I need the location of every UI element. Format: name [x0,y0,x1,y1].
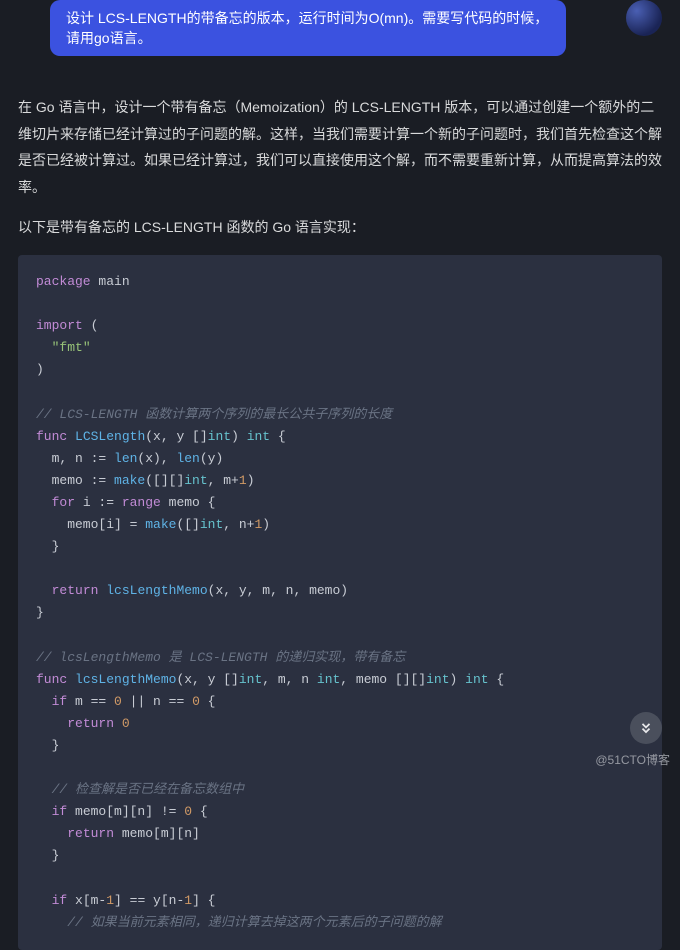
code-fn-memo: lcsLengthMemo [106,583,207,598]
code-type: int [208,429,231,444]
code-p: ) [450,672,466,687]
code-p: , m+ [208,473,239,488]
code-p: ) [231,429,247,444]
code-num: 1 [184,893,192,908]
code-p: { [192,804,208,819]
code-num: 1 [106,893,114,908]
code-p: ) [262,517,270,532]
code-p: i := [75,495,122,510]
code-num: 0 [122,716,130,731]
code-kw-func: func [36,429,67,444]
code-p: (x), [137,451,176,466]
code-num: 0 [184,804,192,819]
code-kw-return: return [67,716,114,731]
reply-paragraph-2: 以下是带有备忘的 LCS-LENGTH 函数的 Go 语言实现： [18,214,662,241]
code-p: ( [83,318,99,333]
code-import-fmt: "fmt" [52,340,91,355]
code-p: (x, y [] [176,672,238,687]
code-type: int [465,672,488,687]
code-p: (y) [200,451,223,466]
code-p: memo[m][n] != [67,804,184,819]
chevron-double-down-icon [639,721,653,735]
code-p: ([] [176,517,199,532]
code-fn-make: make [145,517,176,532]
watermark: @51CTO博客 [595,751,670,768]
code-p: ] == y[n- [114,893,184,908]
code-pkg-name: main [98,274,129,289]
code-p: m, n := [36,451,114,466]
code-comment-1: // LCS-LENGTH 函数计算两个序列的最长公共子序列的长度 [36,407,392,422]
code-kw-range: range [122,495,161,510]
code-kw-import: import [36,318,83,333]
code-p: ) [36,362,44,377]
code-num: 0 [192,694,200,709]
code-p: { [270,429,286,444]
code-fn-len: len [114,451,137,466]
code-fn-len: len [176,451,199,466]
code-p: { [489,672,505,687]
code-p: , m, n [262,672,317,687]
code-kw-return: return [52,583,99,598]
code-p: , n+ [223,517,254,532]
code-kw-for: for [52,495,75,510]
reply-paragraph-1: 在 Go 语言中，设计一个带有备忘（Memoization）的 LCS-LENG… [18,94,662,200]
code-type: int [239,672,262,687]
code-type: int [426,672,449,687]
code-p: } [36,738,59,753]
code-p: || n == [122,694,192,709]
code-fn-make: make [114,473,145,488]
code-kw-if: if [52,694,68,709]
code-p: (x, y, m, n, memo) [208,583,348,598]
code-type: int [184,473,207,488]
code-block[interactable]: package main import ( "fmt" ) // LCS-LEN… [18,255,662,950]
code-comment-4: // 如果当前元素相同，递归计算去掉这两个元素后的子问题的解 [67,915,441,930]
code-num: 0 [114,694,122,709]
code-p: } [36,539,59,554]
code-p: , memo [][] [340,672,426,687]
code-p: m == [67,694,114,709]
avatar[interactable] [626,0,662,36]
code-p: ) [247,473,255,488]
code-p: x[m- [67,893,106,908]
scroll-down-button[interactable] [630,712,662,744]
code-p: (x, y [] [145,429,207,444]
code-p: } [36,848,59,863]
code-p: memo[i] = [36,517,145,532]
code-kw-return: return [67,826,114,841]
code-kw-package: package [36,274,91,289]
assistant-reply: 在 Go 语言中，设计一个带有备忘（Memoization）的 LCS-LENG… [18,94,662,241]
code-p [36,826,67,841]
code-fn-lcslength: LCSLength [75,429,145,444]
code-p: memo { [161,495,216,510]
code-kw-if: if [52,804,68,819]
code-p: ] { [192,893,215,908]
code-kw-func: func [36,672,67,687]
code-p: { [200,694,216,709]
code-type: int [317,672,340,687]
code-comment-2: // lcsLengthMemo 是 LCS-LENGTH 的递归实现，带有备忘 [36,650,405,665]
code-p: ([][] [145,473,184,488]
code-fn-memo: lcsLengthMemo [75,672,176,687]
code-comment-3: // 检查解是否已经在备忘数组中 [52,782,244,797]
code-p [36,716,67,731]
code-type: int [200,517,223,532]
user-message-bubble: 设计 LCS-LENGTH的带备忘的版本，运行时间为O(mn)。需要写代码的时候… [50,0,566,56]
code-p: } [36,605,44,620]
user-message-text: 设计 LCS-LENGTH的带备忘的版本，运行时间为O(mn)。需要写代码的时候… [66,10,548,46]
code-num: 1 [239,473,247,488]
code-type: int [247,429,270,444]
code-kw-if: if [52,893,68,908]
code-p: memo := [36,473,114,488]
code-p: memo[m][n] [114,826,200,841]
